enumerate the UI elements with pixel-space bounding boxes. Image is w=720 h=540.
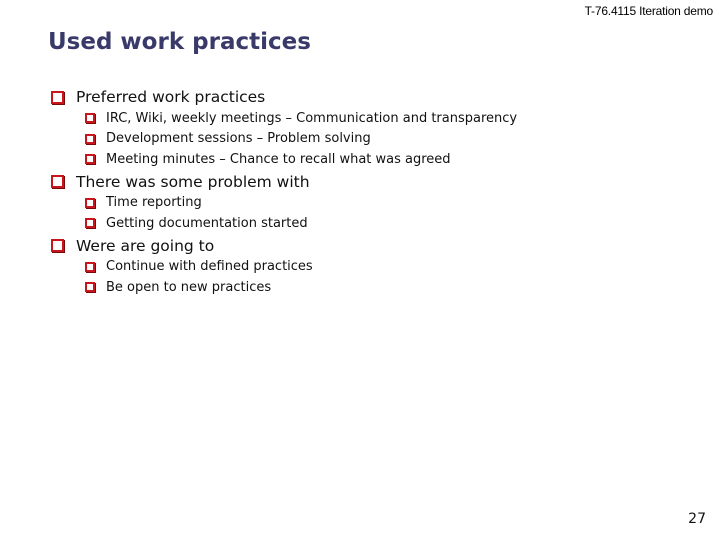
sub-bullet-item: Development sessions – Problem solving [85, 129, 517, 150]
square-bullet-icon [85, 261, 95, 272]
bullet-item: There was some problem with [51, 171, 517, 193]
bullet-item: Preferred work practices [51, 86, 517, 108]
square-bullet-icon [85, 154, 95, 165]
sub-bullet-list: Time reporting Getting documentation sta… [85, 193, 517, 234]
header-course-label: T-76.4115 Iteration demo [584, 4, 714, 18]
page-number: 27 [688, 511, 706, 527]
sub-bullet-text: Be open to new practices [106, 279, 272, 295]
square-bullet-icon [51, 175, 64, 188]
sub-bullet-item: Getting documentation started [85, 213, 517, 234]
sub-bullet-item: Be open to new practices [85, 277, 517, 298]
square-bullet-icon [85, 133, 95, 144]
sub-bullet-item: Continue with defined practices [85, 257, 517, 278]
slide-title: Used work practices [48, 29, 311, 55]
square-bullet-icon [85, 197, 95, 208]
sub-bullet-text: Development sessions – Problem solving [106, 131, 371, 147]
sub-bullet-list: Continue with defined practices Be open … [85, 257, 517, 298]
sub-bullet-text: Time reporting [106, 195, 202, 211]
bullet-text: There was some problem with [76, 172, 310, 191]
sub-bullet-text: IRC, Wiki, weekly meetings – Communicati… [106, 110, 518, 126]
square-bullet-icon [85, 282, 95, 293]
sub-bullet-item: Time reporting [85, 193, 517, 214]
square-bullet-icon [85, 218, 95, 229]
sub-bullet-item: IRC, Wiki, weekly meetings – Communicati… [85, 108, 517, 129]
sub-bullet-item: Meeting minutes – Chance to recall what … [85, 149, 517, 170]
sub-bullet-text: Getting documentation started [106, 215, 308, 231]
bullet-text: Preferred work practices [76, 88, 266, 106]
square-bullet-icon [85, 113, 95, 124]
sub-bullet-text: Continue with defined practices [106, 259, 313, 275]
square-bullet-icon [51, 90, 64, 104]
bullet-text: Were are going to [76, 236, 215, 255]
bullet-item: Were are going to [51, 235, 517, 257]
square-bullet-icon [51, 239, 64, 252]
bullet-list: Preferred work practices IRC, Wiki, week… [51, 86, 517, 299]
sub-bullet-list: IRC, Wiki, weekly meetings – Communicati… [85, 108, 517, 170]
sub-bullet-text: Meeting minutes – Chance to recall what … [106, 151, 451, 167]
